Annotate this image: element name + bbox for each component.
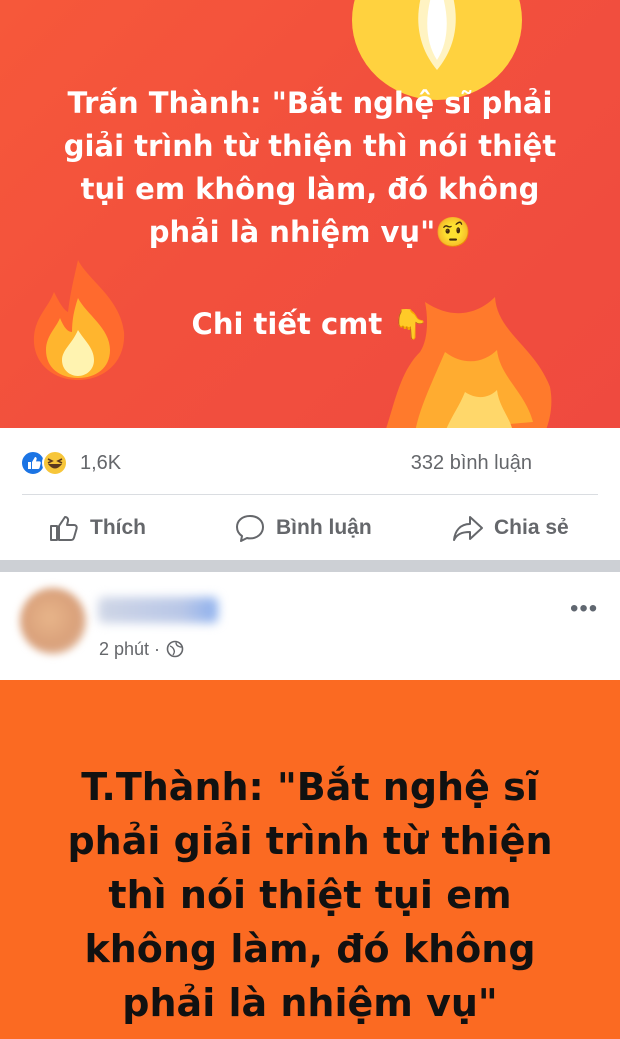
share-label: Chia sẻ [494,516,569,539]
headline-line: phải giải trình từ thiện [67,819,553,863]
more-options-button[interactable]: ••• [570,597,598,621]
like-label: Thích [90,516,146,539]
cta-text: Chi tiết cmt [191,307,383,341]
quote-line: Trấn Thành: "Bắt nghệ sĩ phải [67,86,553,120]
time-label: 2 phút · [99,639,161,659]
quote-line: phải là nhiệm vụ"🤨 [148,215,472,249]
comment-count[interactable]: 332 bình luận [411,450,532,476]
headline-line: không làm, đó không [84,927,536,971]
haha-icon [42,450,68,476]
avatar[interactable] [20,588,86,654]
comment-button[interactable]: Bình luận [234,511,372,545]
quote-text: Trấn Thành: "Bắt nghệ sĩ phải giải trình… [0,82,620,254]
reaction-icons[interactable] [20,450,72,476]
details-cta: Chi tiết cmt 👇 [0,303,620,346]
post-time: 2 phút · [99,637,184,661]
headline-text: T.Thành: "Bắt nghệ sĩ phải giải trình từ… [0,760,620,1030]
quote-line: giải trình từ thiện thì nói thiệt [63,129,557,163]
divider [22,494,598,495]
comment-icon [236,515,264,542]
raised-eyebrow-emoji: 🤨 [435,215,472,249]
like-button[interactable]: Thích [48,511,146,545]
headline-line: phải là nhiệm vụ" [122,981,498,1025]
like-icon [20,450,46,476]
thumbs-up-icon [50,516,78,541]
point-down-emoji: 👇 [392,307,429,341]
share-icon [453,516,483,541]
comment-label: Bình luận [276,516,372,539]
quote-line: tụi em không làm, đó không [80,172,540,206]
author-name-blurred[interactable] [98,597,218,623]
share-button[interactable]: Chia sẻ [452,511,569,545]
headline-line: thì nói thiệt tụi em [108,873,512,917]
post-header [0,572,620,680]
headline-line: T.Thành: "Bắt nghệ sĩ [81,765,539,809]
quote-card: Trấn Thành: "Bắt nghệ sĩ phải giải trình… [0,0,620,428]
feed-separator [0,560,620,572]
globe-icon [166,640,184,658]
reaction-count[interactable]: 1,6K [80,450,121,476]
